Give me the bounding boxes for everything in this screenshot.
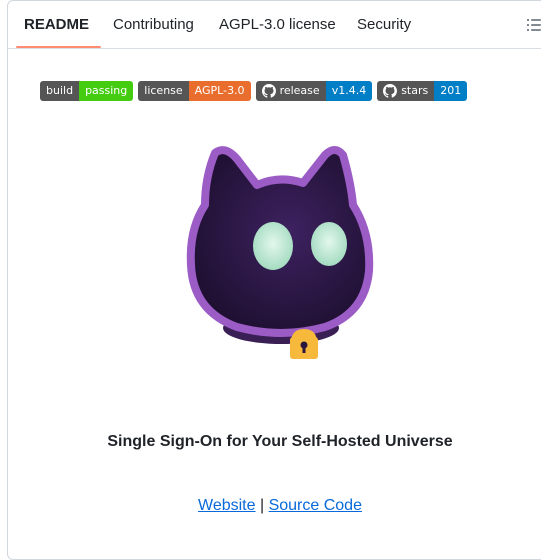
- active-tab-underline: [16, 46, 101, 48]
- readme-links: Website | Source Code: [0, 497, 541, 515]
- stars-badge[interactable]: stars 201: [377, 81, 468, 101]
- badge-row: build passing license AGPL-3.0 release v…: [40, 81, 468, 101]
- outline-button[interactable]: [522, 13, 541, 37]
- badge-value: 201: [434, 81, 468, 101]
- tab-contributing[interactable]: Contributing: [113, 1, 194, 48]
- lock-icon: [290, 329, 318, 359]
- link-separator: |: [255, 497, 269, 514]
- badge-value: passing: [79, 81, 134, 101]
- tab-license[interactable]: AGPL-3.0 license: [219, 1, 336, 48]
- badge-label: release: [279, 84, 320, 97]
- github-icon: [383, 84, 398, 98]
- tab-readme[interactable]: README: [24, 1, 89, 48]
- build-badge[interactable]: build passing: [40, 81, 134, 101]
- github-icon: [261, 84, 276, 98]
- readme-tab-bar: README Contributing AGPL-3.0 license Sec…: [8, 1, 541, 49]
- tab-security[interactable]: Security: [357, 1, 411, 48]
- badge-value: v1.4.4: [325, 81, 373, 101]
- source-code-link[interactable]: Source Code: [269, 497, 362, 514]
- badge-label: stars: [401, 84, 429, 97]
- badge-value: AGPL-3.0: [188, 81, 251, 101]
- project-tagline: Single Sign-On for Your Self-Hosted Univ…: [107, 433, 453, 450]
- list-unordered-icon: [527, 19, 541, 31]
- badge-label: license: [138, 81, 189, 101]
- license-badge[interactable]: license AGPL-3.0: [138, 81, 251, 101]
- cat-logo-icon: [186, 146, 374, 359]
- website-link[interactable]: Website: [198, 497, 256, 514]
- badge-label: build: [40, 81, 80, 101]
- release-badge[interactable]: release v1.4.4: [255, 81, 373, 101]
